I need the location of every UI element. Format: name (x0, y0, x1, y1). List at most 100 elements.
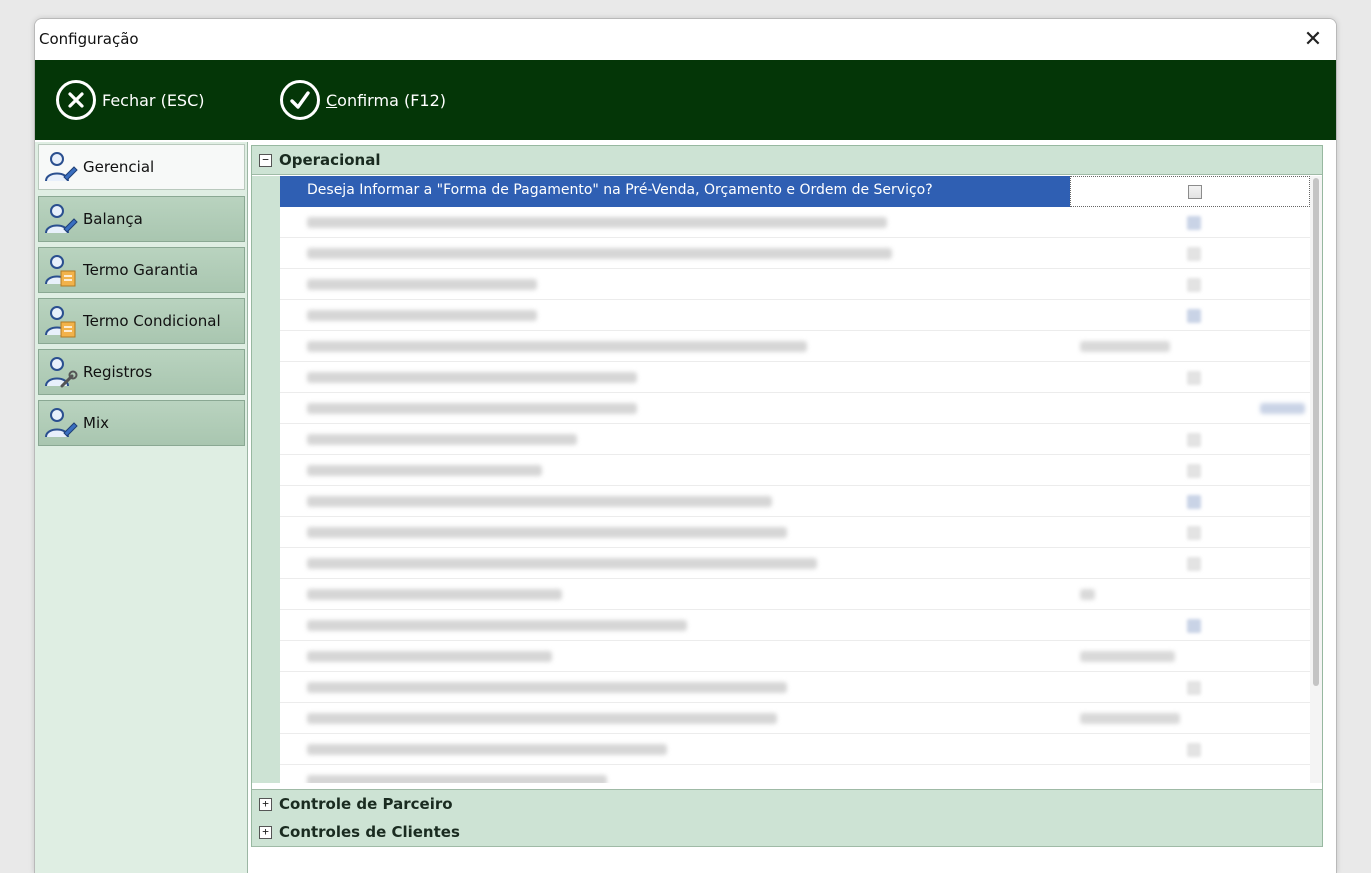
user-wrench-icon (45, 357, 78, 388)
blurred-row (280, 331, 1310, 362)
sidebar-item-label: Gerencial (83, 158, 155, 176)
sidebar: Gerencial Balança Termo Garantia Termo C… (35, 142, 248, 873)
confirma-button[interactable]: Confirma (F12) (280, 76, 446, 124)
sidebar-item-mix[interactable]: Mix (38, 400, 245, 446)
blurred-value (1080, 589, 1095, 600)
setting-value-cell[interactable] (1070, 176, 1310, 207)
blurred-text (307, 310, 537, 321)
blurred-row (280, 393, 1310, 424)
blurred-checkbox (1187, 464, 1201, 478)
window-title: Configuração (39, 30, 139, 48)
blurred-text (307, 682, 787, 693)
blurred-row (280, 455, 1310, 486)
user-pen-icon (45, 408, 78, 438)
user-pen-icon (45, 204, 78, 234)
setting-row-forma-pagamento[interactable]: Deseja Informar a "Forma de Pagamento" n… (280, 176, 1310, 207)
blurred-checkbox (1187, 526, 1201, 540)
blurred-text (307, 744, 667, 755)
blurred-value (1080, 341, 1170, 352)
blurred-row (280, 362, 1310, 393)
blurred-row (280, 672, 1310, 703)
blurred-text (307, 651, 552, 662)
group-controles-de-clientes[interactable]: + Controles de Clientes (252, 818, 1322, 847)
sidebar-item-balanca[interactable]: Balança (38, 196, 245, 242)
sidebar-item-label: Termo Garantia (83, 261, 199, 279)
blurred-checkbox (1187, 371, 1201, 385)
collapse-icon[interactable]: − (259, 153, 272, 167)
blurred-checkbox (1187, 309, 1201, 323)
confirma-label: Confirma (F12) (326, 90, 446, 110)
blurred-text (307, 403, 637, 414)
blurred-row (280, 486, 1310, 517)
blurred-row (280, 238, 1310, 269)
blurred-text (307, 465, 542, 476)
expand-icon[interactable]: + (259, 797, 272, 811)
user-pen-icon (45, 152, 78, 182)
sidebar-item-label: Registros (83, 363, 153, 381)
blurred-text (307, 217, 887, 228)
blurred-value (1260, 403, 1305, 414)
blurred-text (307, 279, 537, 290)
blurred-text (307, 527, 787, 538)
blurred-value (1080, 713, 1180, 724)
expand-icon[interactable]: + (259, 825, 272, 839)
fechar-label: Fechar (ESC) (102, 90, 205, 110)
blurred-text (307, 341, 807, 352)
blurred-checkbox (1187, 743, 1201, 757)
blurred-row (280, 734, 1310, 765)
toolbar: Fechar (ESC) Confirma (F12) (35, 60, 1336, 140)
blurred-text (307, 713, 777, 724)
user-document-icon (45, 255, 76, 287)
blurred-text (307, 496, 772, 507)
blurred-checkbox (1187, 278, 1201, 292)
title-bar: Configuração ✕ (35, 19, 1336, 59)
fechar-button[interactable]: Fechar (ESC) (56, 76, 205, 124)
sidebar-item-registros[interactable]: Registros (38, 349, 245, 395)
blurred-row (280, 207, 1310, 238)
blurred-text (307, 558, 817, 569)
sidebar-item-label: Mix (83, 414, 109, 432)
sidebar-item-gerencial[interactable]: Gerencial (38, 144, 245, 190)
blurred-row (280, 579, 1310, 610)
setting-checkbox[interactable] (1188, 185, 1202, 199)
config-window: Configuração ✕ Fechar (ESC) Confirma (F1… (34, 18, 1337, 873)
group-controle-de-parceiro[interactable]: + Controle de Parceiro (252, 789, 1322, 819)
content-area: − Operacional Deseja Informar a "Forma d… (249, 142, 1336, 873)
blurred-checkbox (1187, 557, 1201, 571)
sidebar-item-label: Balança (83, 210, 143, 228)
x-circle-icon (56, 80, 96, 120)
blurred-text (307, 434, 577, 445)
sidebar-item-termo-garantia[interactable]: Termo Garantia (38, 247, 245, 293)
blurred-text (307, 775, 607, 783)
blurred-checkbox (1187, 247, 1201, 261)
blurred-row (280, 269, 1310, 300)
blurred-text (307, 372, 637, 383)
check-circle-icon (280, 80, 320, 120)
blurred-text (307, 620, 687, 631)
property-panel: − Operacional Deseja Informar a "Forma d… (251, 145, 1323, 847)
group-label: Operacional (279, 151, 381, 169)
setting-label: Deseja Informar a "Forma de Pagamento" n… (307, 182, 933, 198)
grid-gutter (252, 176, 280, 783)
window-close-button[interactable]: ✕ (1296, 23, 1330, 55)
scrollbar-thumb[interactable] (1313, 178, 1319, 686)
blurred-checkbox (1187, 433, 1201, 447)
blurred-checkbox (1187, 216, 1201, 230)
blurred-row (280, 300, 1310, 331)
vertical-scrollbar[interactable] (1310, 176, 1322, 783)
group-operacional[interactable]: − Operacional (252, 146, 1322, 175)
blurred-row (280, 641, 1310, 672)
group-label: Controles de Clientes (279, 823, 460, 841)
blurred-checkbox (1187, 619, 1201, 633)
blurred-text (307, 589, 562, 600)
blurred-text (307, 248, 892, 259)
blurred-row (280, 765, 1310, 783)
blurred-row (280, 703, 1310, 734)
settings-grid: Deseja Informar a "Forma de Pagamento" n… (280, 176, 1310, 783)
group-label: Controle de Parceiro (279, 795, 453, 813)
blurred-row (280, 517, 1310, 548)
sidebar-item-termo-condicional[interactable]: Termo Condicional (38, 298, 245, 344)
blurred-row (280, 548, 1310, 579)
blurred-checkbox (1187, 495, 1201, 509)
user-document-icon (45, 306, 76, 338)
